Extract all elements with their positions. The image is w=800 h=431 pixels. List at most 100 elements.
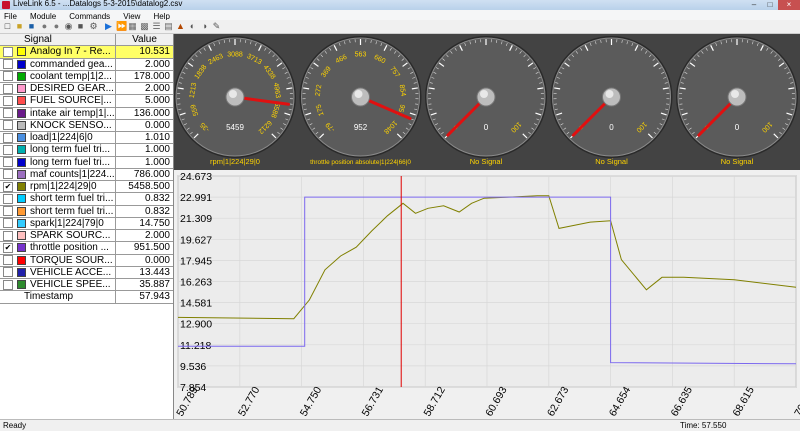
- color-swatch[interactable]: [17, 109, 26, 118]
- color-swatch[interactable]: [17, 121, 26, 130]
- table-row[interactable]: short term fuel tri...0.832: [0, 206, 173, 218]
- dial-icon[interactable]: ◑: [200, 22, 209, 31]
- table-row[interactable]: ✔throttle position ...951.500: [0, 242, 173, 254]
- gauge-value: 0: [484, 123, 489, 132]
- list-view-icon[interactable]: ☰: [152, 22, 161, 31]
- row-checkbox[interactable]: [3, 120, 13, 130]
- row-checkbox[interactable]: [3, 108, 13, 118]
- row-checkbox[interactable]: [3, 218, 13, 228]
- signal-name: VEHICLE ACCE...: [26, 267, 115, 278]
- disconnect-icon[interactable]: ●: [52, 22, 61, 31]
- table-row[interactable]: coolant temp|1|2...178.000: [0, 71, 173, 83]
- row-checkbox[interactable]: [3, 255, 13, 265]
- row-checkbox[interactable]: [3, 169, 13, 179]
- signal-name: rpm|1|224|29|0: [26, 181, 115, 192]
- color-swatch[interactable]: [17, 158, 26, 167]
- save-icon[interactable]: ■: [27, 22, 36, 31]
- color-swatch[interactable]: [17, 96, 26, 105]
- column-header-signal[interactable]: Signal: [0, 34, 115, 45]
- color-swatch[interactable]: [17, 133, 26, 142]
- edit-icon[interactable]: ✎: [212, 22, 221, 31]
- table-row[interactable]: commanded gea...2.000: [0, 59, 173, 71]
- row-checkbox[interactable]: [3, 59, 13, 69]
- color-swatch[interactable]: [17, 194, 26, 203]
- table-row[interactable]: ✔rpm|1|224|29|05458.500: [0, 181, 173, 193]
- table-row[interactable]: spark|1|224|79|014.750: [0, 218, 173, 230]
- signal-table: Signal Value Analog In 7 - Re...10.531co…: [0, 34, 174, 419]
- table-row[interactable]: TORQUE SOUR...0.000: [0, 255, 173, 267]
- gauge: -791752723694665636607578549511048952thr…: [300, 36, 422, 166]
- row-checkbox[interactable]: ✔: [3, 182, 13, 192]
- color-swatch[interactable]: [17, 280, 26, 289]
- table-row[interactable]: SPARK SOURC...2.000: [0, 230, 173, 242]
- color-swatch[interactable]: [17, 60, 26, 69]
- row-checkbox[interactable]: [3, 145, 13, 155]
- table-row[interactable]: long term fuel tri...1.000: [0, 144, 173, 156]
- color-swatch[interactable]: [17, 256, 26, 265]
- table-row[interactable]: VEHICLE ACCE...13.443: [0, 267, 173, 279]
- table-row[interactable]: KNOCK SENSO...0.000: [0, 120, 173, 132]
- table-row[interactable]: short term fuel tri...0.832: [0, 193, 173, 205]
- color-swatch[interactable]: [17, 231, 26, 240]
- minimize-button[interactable]: –: [746, 0, 762, 10]
- maximize-button[interactable]: □: [762, 0, 778, 10]
- row-checkbox[interactable]: ✔: [3, 243, 13, 253]
- row-checkbox[interactable]: [3, 71, 13, 81]
- connect-icon[interactable]: ●: [40, 22, 49, 31]
- table-row[interactable]: FUEL SOURCE|...5.000: [0, 95, 173, 107]
- row-checkbox[interactable]: [3, 267, 13, 277]
- y-tick-label: 16.263: [180, 277, 212, 289]
- new-icon[interactable]: □: [3, 22, 12, 31]
- table-row[interactable]: load|1|224|6|01.010: [0, 132, 173, 144]
- table-row[interactable]: VEHICLE SPEE...35.887: [0, 279, 173, 291]
- line-chart[interactable]: 24.67322.99121.30919.62717.94516.26314.5…: [174, 170, 800, 419]
- row-checkbox[interactable]: [3, 133, 13, 143]
- gauge-view-icon[interactable]: ◐: [188, 22, 197, 31]
- tool-icon[interactable]: ▲: [176, 22, 185, 31]
- chart-panel: 24.67322.99121.30919.62717.94516.26314.5…: [174, 170, 800, 419]
- row-checkbox[interactable]: [3, 231, 13, 241]
- chart-view-icon[interactable]: ▤: [164, 22, 173, 31]
- row-checkbox[interactable]: [3, 47, 13, 57]
- row-checkbox[interactable]: [3, 206, 13, 216]
- signal-name: TORQUE SOUR...: [26, 255, 115, 266]
- table-row[interactable]: Analog In 7 - Re...10.531: [0, 46, 173, 58]
- row-checkbox[interactable]: [3, 96, 13, 106]
- step-forward-icon[interactable]: ⏩: [116, 22, 125, 31]
- signal-name: VEHICLE SPEE...: [26, 279, 115, 290]
- window-controls: – □ ×: [746, 0, 800, 10]
- color-swatch[interactable]: [17, 84, 26, 93]
- row-checkbox[interactable]: [3, 84, 13, 94]
- signal-value: 786.000: [115, 169, 173, 180]
- color-swatch[interactable]: [17, 47, 26, 56]
- color-swatch[interactable]: [17, 219, 26, 228]
- table-row[interactable]: intake air temp|1|...136.000: [0, 108, 173, 120]
- color-swatch[interactable]: [17, 207, 26, 216]
- row-checkbox[interactable]: [3, 157, 13, 167]
- row-checkbox[interactable]: [3, 280, 13, 290]
- grid-view-icon[interactable]: ▩: [140, 22, 149, 31]
- color-swatch[interactable]: [17, 182, 26, 191]
- color-swatch[interactable]: [17, 268, 26, 277]
- table-view-icon[interactable]: ▦: [128, 22, 137, 31]
- close-button[interactable]: ×: [778, 0, 800, 10]
- stop-icon[interactable]: ■: [76, 22, 85, 31]
- color-swatch[interactable]: [17, 170, 26, 179]
- color-swatch[interactable]: [17, 72, 26, 81]
- table-row[interactable]: maf counts|1|224...786.000: [0, 169, 173, 181]
- column-header-value[interactable]: Value: [115, 34, 173, 45]
- timestamp-row: Timestamp 57.943: [0, 291, 173, 303]
- gauge-hub-highlight: [480, 90, 488, 98]
- gauge-tick-label: 3088: [227, 52, 243, 59]
- open-folder-icon[interactable]: ■: [15, 22, 24, 31]
- table-row[interactable]: long term fuel tri...1.000: [0, 157, 173, 169]
- signal-value: 10.531: [115, 46, 173, 57]
- play-icon[interactable]: ▶: [104, 22, 113, 31]
- record-icon[interactable]: ◉: [64, 22, 73, 31]
- color-swatch[interactable]: [17, 243, 26, 252]
- table-row[interactable]: DESIRED GEAR...2.000: [0, 83, 173, 95]
- color-swatch[interactable]: [17, 145, 26, 154]
- row-checkbox[interactable]: [3, 194, 13, 204]
- status-bar: Ready Time: 57.550: [0, 419, 800, 431]
- settings-icon[interactable]: ⚙: [89, 22, 98, 31]
